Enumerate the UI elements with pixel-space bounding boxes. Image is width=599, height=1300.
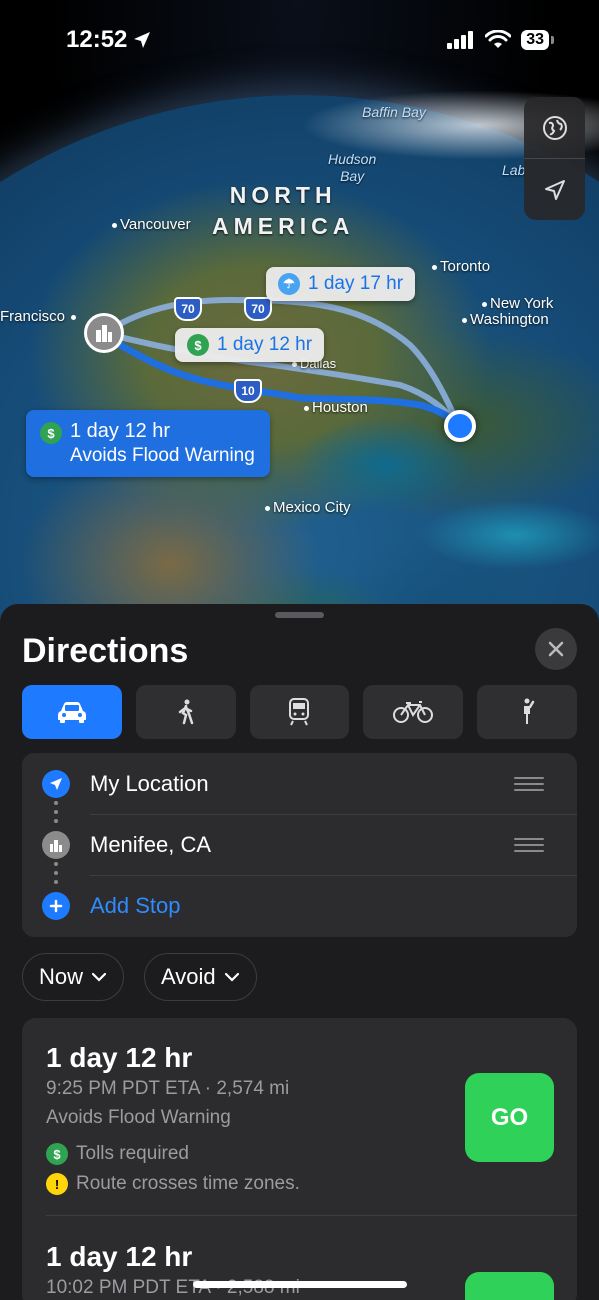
dollar-icon: $ [46, 1143, 68, 1165]
interstate-70-shield: 70 [174, 297, 202, 321]
battery-indicator: 33 [521, 30, 554, 50]
label-new-york: New York [482, 295, 553, 312]
wifi-icon [485, 30, 512, 48]
transport-mode-picker [22, 685, 577, 739]
route-callout-weather[interactable]: ☂ 1 day 17 hr [266, 267, 416, 301]
interstate-70-shield: 70 [244, 297, 272, 321]
route-duration: 1 day 12 hr [46, 1042, 193, 1073]
cellular-signal-icon [447, 31, 474, 49]
current-location-dot [444, 410, 476, 442]
route-eta: 9:25 PM PDT ETA · 2,574 mi [46, 1078, 290, 1099]
car-icon [57, 702, 86, 723]
reorder-handle[interactable] [514, 776, 544, 791]
mode-cycle-button[interactable] [363, 685, 464, 739]
location-arrow-icon [134, 32, 151, 48]
status-bar: 12:52 33 [0, 0, 599, 80]
bike-icon [393, 701, 434, 723]
dollar-icon: $ [40, 422, 62, 444]
reorder-handle[interactable] [514, 837, 544, 852]
departure-time-dropdown[interactable]: Now [22, 953, 125, 1001]
page-title: Directions [22, 632, 189, 670]
globe-button[interactable] [524, 97, 585, 158]
location-arrow-icon [42, 769, 70, 798]
go-button[interactable]: GO [465, 1073, 554, 1162]
callout-note: Avoids Flood Warning [70, 445, 255, 466]
status-time: 12:52 [66, 26, 151, 54]
mode-walk-button[interactable] [135, 685, 236, 739]
label-san-francisco: Francisco [0, 308, 79, 325]
route-callout-toll[interactable]: $ 1 day 12 hr [175, 328, 325, 362]
label-vancouver: Vancouver [112, 216, 191, 233]
mode-rideshare-button[interactable] [477, 685, 577, 739]
label-north-america: NORTH AMERICA [212, 182, 355, 239]
chevron-down-icon [224, 972, 239, 982]
callout-duration: 1 day 12 hr [217, 334, 313, 355]
interstate-10-shield: 10 [234, 379, 262, 403]
warning-icon: ! [46, 1173, 68, 1195]
label-labrador: Lab [502, 162, 526, 178]
close-button[interactable] [535, 628, 577, 670]
add-stop-label: Add Stop [90, 892, 181, 918]
add-stop-button[interactable]: Add Stop [22, 875, 577, 936]
map-view[interactable]: Baffin Bay Hudson Bay Lab NORTH AMERICA … [0, 0, 599, 640]
mode-drive-button[interactable] [22, 685, 122, 739]
globe-icon [542, 115, 567, 140]
label-baffin-bay: Baffin Bay [362, 104, 426, 120]
walk-icon [178, 699, 193, 725]
chevron-down-icon [91, 972, 107, 982]
route-callout-primary[interactable]: $ 1 day 12 hr Avoids Flood Warning [26, 410, 270, 477]
destination-pin[interactable] [84, 313, 124, 353]
avoid-label: Avoid [161, 964, 216, 989]
city-icon [96, 325, 112, 342]
departure-time-label: Now [39, 964, 84, 989]
sheet-grabber[interactable] [275, 612, 324, 618]
route-duration: 1 day 12 hr [46, 1241, 193, 1272]
avoid-dropdown[interactable]: Avoid [144, 953, 257, 1001]
label-mexico-city: Mexico City [265, 499, 351, 516]
stop-destination[interactable]: Menifee, CA [22, 814, 577, 875]
stop-origin[interactable]: My Location [22, 753, 577, 814]
plus-icon [42, 891, 70, 920]
home-indicator[interactable] [193, 1281, 407, 1288]
stop-origin-label: My Location [90, 770, 209, 796]
rideshare-icon [524, 698, 535, 724]
dollar-icon: $ [187, 334, 209, 356]
callout-duration: 1 day 12 hr [70, 420, 171, 442]
timezone-warning: ! Route crosses time zones. [46, 1173, 300, 1195]
route-options-list: 1 day 12 hr 9:25 PM PDT ETA · 2,574 mi A… [22, 1018, 577, 1300]
map-controls [524, 97, 585, 220]
route-stops-list: My Location Menifee, CA Add Stop [22, 753, 577, 937]
toll-notice: $ Tolls required [46, 1143, 189, 1165]
route-note: Avoids Flood Warning [46, 1107, 231, 1128]
label-washington: Washington [462, 311, 549, 328]
label-houston: Houston [304, 399, 368, 416]
go-button[interactable] [465, 1272, 554, 1300]
callout-duration: 1 day 17 hr [308, 273, 404, 294]
close-icon [548, 641, 564, 657]
navigation-arrow-icon [544, 179, 565, 200]
mode-transit-button[interactable] [249, 685, 350, 739]
location-button[interactable] [524, 159, 585, 220]
label-toronto: Toronto [432, 258, 490, 275]
directions-sheet: Directions My Location Menifee, CA Add S… [0, 604, 599, 1300]
rain-cloud-icon: ☂ [278, 273, 300, 295]
stop-destination-label: Menifee, CA [90, 831, 212, 857]
city-icon [42, 830, 70, 859]
transit-icon [289, 698, 310, 726]
